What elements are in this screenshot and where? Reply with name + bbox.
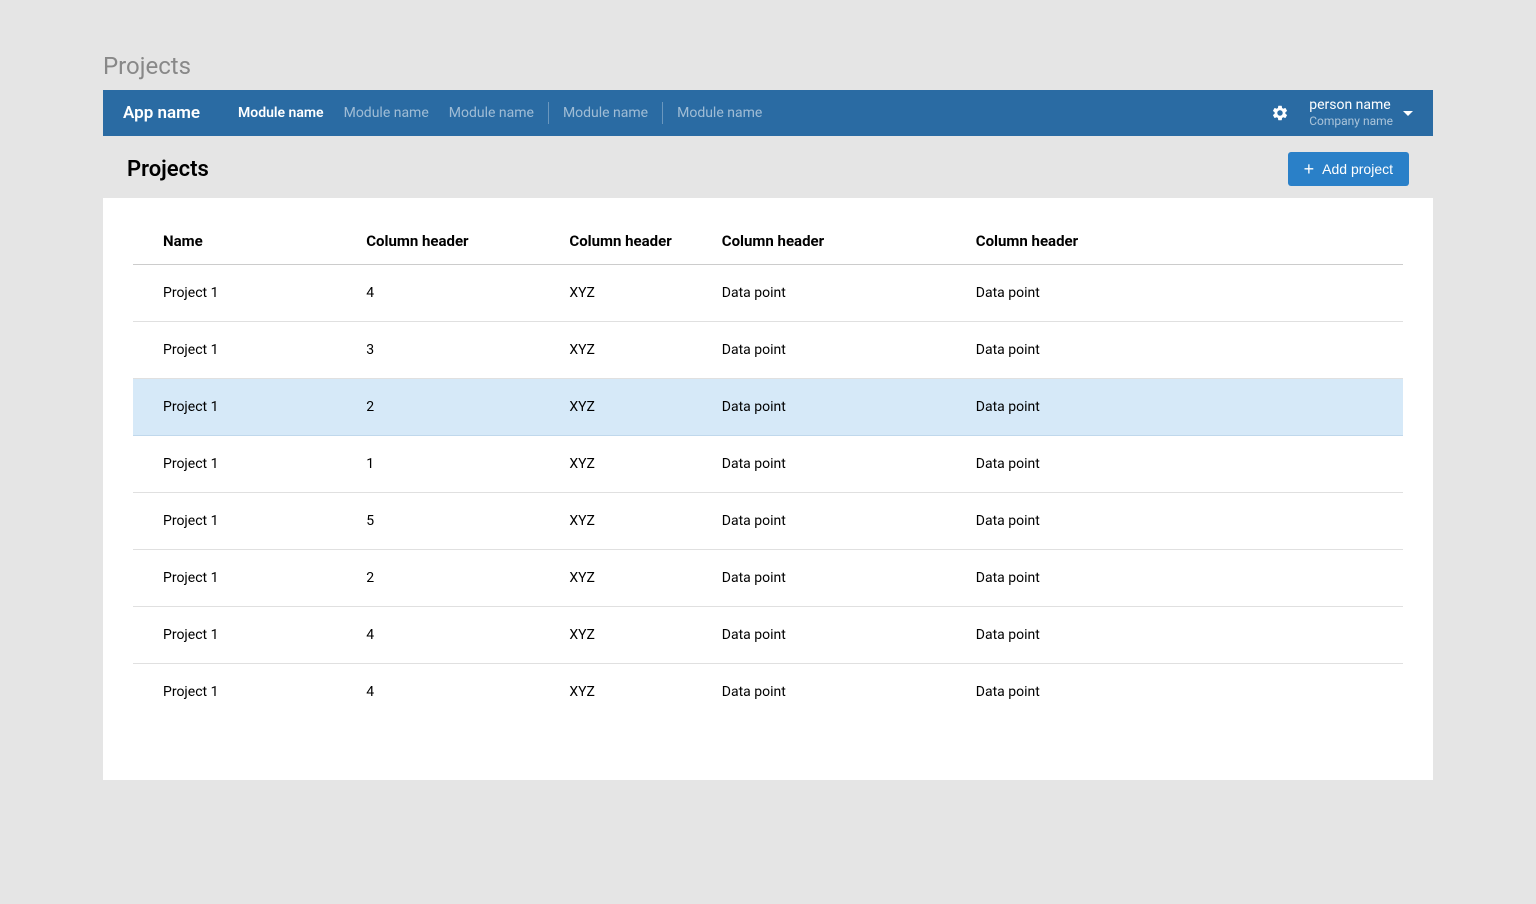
table-cell: Data point — [946, 436, 1403, 493]
table-cell: Data point — [946, 265, 1403, 322]
column-header[interactable]: Column header — [946, 218, 1403, 265]
table-cell: XYZ — [539, 265, 691, 322]
table-row[interactable]: Project 15XYZData pointData point — [133, 493, 1403, 550]
table-cell: Data point — [692, 379, 946, 436]
gear-icon[interactable] — [1271, 104, 1289, 122]
page-breadcrumb-label: Projects — [103, 52, 1433, 80]
table-row[interactable]: Project 12XYZData pointData point — [133, 379, 1403, 436]
user-menu[interactable]: person name Company name — [1309, 97, 1413, 128]
column-header[interactable]: Column header — [692, 218, 946, 265]
table-cell: Project 1 — [133, 436, 336, 493]
table-cell: Data point — [946, 550, 1403, 607]
company-name: Company name — [1309, 114, 1393, 128]
table-cell: Data point — [946, 493, 1403, 550]
module-nav: Module nameModule nameModule nameModule … — [228, 90, 1271, 136]
table-container: NameColumn headerColumn headerColumn hea… — [103, 198, 1433, 780]
table-cell: XYZ — [539, 379, 691, 436]
table-cell: Data point — [692, 265, 946, 322]
table-cell: Project 1 — [133, 607, 336, 664]
table-cell: Project 1 — [133, 664, 336, 721]
table-cell: Data point — [692, 607, 946, 664]
module-nav-item[interactable]: Module name — [334, 90, 439, 136]
table-cell: XYZ — [539, 322, 691, 379]
table-cell: 3 — [336, 322, 539, 379]
table-cell: XYZ — [539, 493, 691, 550]
table-cell: Data point — [946, 664, 1403, 721]
table-cell: Data point — [946, 322, 1403, 379]
table-cell: Data point — [692, 322, 946, 379]
add-button-label: Add project — [1322, 161, 1393, 177]
column-header[interactable]: Column header — [539, 218, 691, 265]
table-cell: Data point — [692, 550, 946, 607]
table-cell: 4 — [336, 664, 539, 721]
table-cell: Data point — [692, 493, 946, 550]
module-divider — [548, 102, 549, 124]
column-header[interactable]: Column header — [336, 218, 539, 265]
table-body: Project 14XYZData pointData pointProject… — [133, 265, 1403, 721]
table-cell: Data point — [692, 664, 946, 721]
top-bar: App name Module nameModule nameModule na… — [103, 90, 1433, 136]
table-row[interactable]: Project 14XYZData pointData point — [133, 607, 1403, 664]
table-cell: Data point — [946, 607, 1403, 664]
table-cell: Project 1 — [133, 265, 336, 322]
table-row[interactable]: Project 11XYZData pointData point — [133, 436, 1403, 493]
table-cell: Data point — [692, 436, 946, 493]
table-cell: XYZ — [539, 607, 691, 664]
column-header[interactable]: Name — [133, 218, 336, 265]
table-cell: Project 1 — [133, 379, 336, 436]
table-row[interactable]: Project 14XYZData pointData point — [133, 664, 1403, 721]
table-cell: 1 — [336, 436, 539, 493]
module-divider — [662, 102, 663, 124]
table-cell: Project 1 — [133, 550, 336, 607]
table-cell: XYZ — [539, 550, 691, 607]
table-row[interactable]: Project 13XYZData pointData point — [133, 322, 1403, 379]
table-cell: 2 — [336, 379, 539, 436]
add-project-button[interactable]: + Add project — [1288, 152, 1409, 186]
table-cell: Project 1 — [133, 493, 336, 550]
table-cell: 4 — [336, 607, 539, 664]
table-row[interactable]: Project 12XYZData pointData point — [133, 550, 1403, 607]
table-cell: 2 — [336, 550, 539, 607]
table-row[interactable]: Project 14XYZData pointData point — [133, 265, 1403, 322]
module-nav-item[interactable]: Module name — [553, 90, 658, 136]
page-title: Projects — [127, 157, 209, 182]
app-name: App name — [123, 103, 200, 123]
module-nav-item[interactable]: Module name — [228, 90, 334, 136]
table-cell: 4 — [336, 265, 539, 322]
user-name: person name — [1309, 97, 1393, 114]
table-cell: 5 — [336, 493, 539, 550]
table-cell: Data point — [946, 379, 1403, 436]
projects-table: NameColumn headerColumn headerColumn hea… — [133, 218, 1403, 720]
module-nav-item[interactable]: Module name — [439, 90, 544, 136]
table-cell: Project 1 — [133, 322, 336, 379]
plus-icon: + — [1304, 160, 1315, 178]
table-header-row: NameColumn headerColumn headerColumn hea… — [133, 218, 1403, 265]
module-nav-item[interactable]: Module name — [667, 90, 772, 136]
table-cell: XYZ — [539, 436, 691, 493]
table-cell: XYZ — [539, 664, 691, 721]
caret-down-icon — [1403, 111, 1413, 116]
